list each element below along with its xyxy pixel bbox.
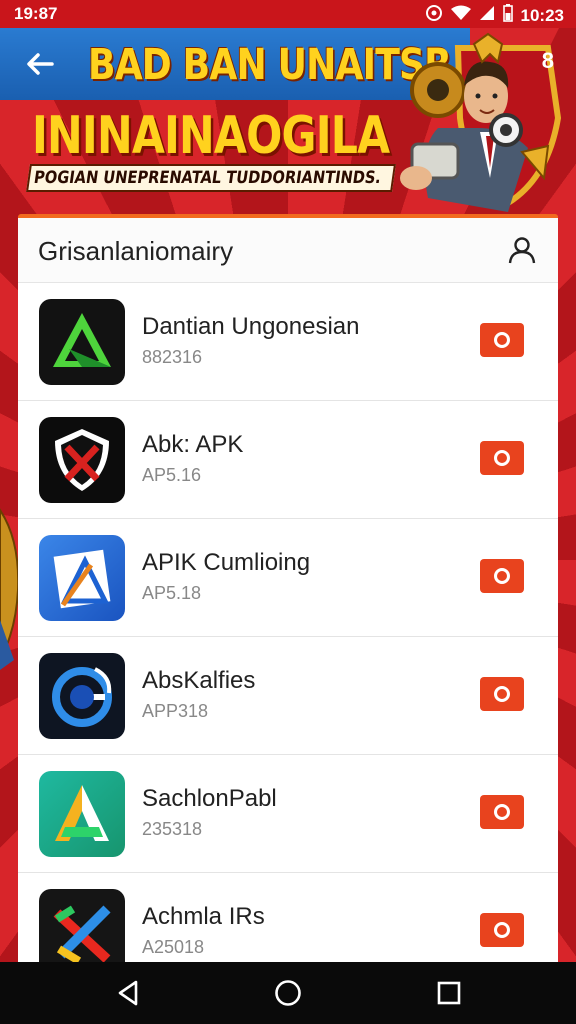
list-item[interactable]: APIK Cumlioing AP5.18 (18, 519, 558, 637)
record-button[interactable] (480, 913, 524, 947)
record-icon (494, 804, 510, 820)
app-list-card: Grisanlaniomairy Dantian Ungonesian 8823… (18, 214, 558, 966)
banner-title: BAD BAN UNAITSR (88, 40, 452, 90)
back-button[interactable] (22, 46, 58, 82)
app-name: Achmla IRs (142, 903, 265, 930)
app-meta: A25018 (142, 937, 205, 957)
promo-banner: BAD BAN UNAITSR ININAINAOGILA POGIAN UNE… (0, 28, 576, 214)
wifi-icon (450, 5, 471, 26)
app-list: Dantian Ungonesian 882316 Abk: APK AP5.1… (18, 283, 558, 966)
list-item[interactable]: AbsKalfies APP318 (18, 637, 558, 755)
record-button[interactable] (480, 795, 524, 829)
nav-recents-icon[interactable] (434, 978, 464, 1008)
app-meta: 882316 (142, 347, 203, 367)
record-button[interactable] (480, 323, 524, 357)
app-name: APIK Cumlioing (142, 549, 311, 576)
record-icon (494, 686, 510, 702)
record-icon (494, 568, 510, 584)
app-name: Dantian Ungonesian (142, 313, 360, 340)
card-title: Grisanlaniomairy (38, 236, 234, 266)
app-name: SachlonPabl (142, 785, 277, 812)
battery-icon (502, 4, 513, 27)
blue-triangle-document-icon (39, 535, 125, 621)
multicolor-x-icon (39, 889, 125, 966)
banner-tagline: POGIAN UNEPRENATAL TUDDORIANTINDS. (26, 164, 396, 192)
app-meta: AP5.16 (142, 465, 202, 485)
app-name: Abk: APK (142, 431, 244, 458)
list-item[interactable]: SachlonPabl 235318 (18, 755, 558, 873)
record-button[interactable] (480, 677, 524, 711)
status-time: 19:87 (14, 4, 58, 23)
record-icon (494, 450, 510, 466)
record-button[interactable] (480, 559, 524, 593)
app-meta: APP318 (142, 701, 209, 721)
app-name: AbsKalfies (142, 667, 256, 694)
status-right-time: 10:23 (520, 5, 564, 25)
list-item[interactable]: Dantian Ungonesian 882316 (18, 283, 558, 401)
banner-subtitle: ININAINAOGILA (32, 106, 390, 166)
list-item[interactable]: Abk: APK AP5.16 (18, 401, 558, 519)
green-triangle-a-icon (39, 299, 125, 385)
navigation-bar (0, 962, 576, 1024)
menu-badge-number[interactable]: 8 (542, 48, 554, 74)
blue-swirl-icon (39, 653, 125, 739)
record-button[interactable] (480, 441, 524, 475)
nav-home-icon[interactable] (273, 978, 303, 1008)
side-decoration (0, 508, 20, 670)
app-meta: 235318 (142, 819, 203, 839)
multicolor-a-icon (39, 771, 125, 857)
status-bar: 19:87 10:23 (0, 0, 576, 28)
back-arrow-icon (27, 53, 54, 75)
app-meta: AP5.18 (142, 583, 202, 603)
signal-icon (479, 5, 495, 26)
status-icons: 10:23 (425, 4, 564, 27)
record-icon (494, 922, 510, 938)
record-icon (494, 332, 510, 348)
user-profile-icon[interactable] (508, 236, 536, 264)
notification-icon (425, 4, 443, 27)
nav-back-icon[interactable] (114, 978, 144, 1008)
shield-x-icon (39, 417, 125, 503)
card-header: Grisanlaniomairy (18, 218, 558, 283)
list-item[interactable]: Achmla IRs A25018 (18, 873, 558, 966)
